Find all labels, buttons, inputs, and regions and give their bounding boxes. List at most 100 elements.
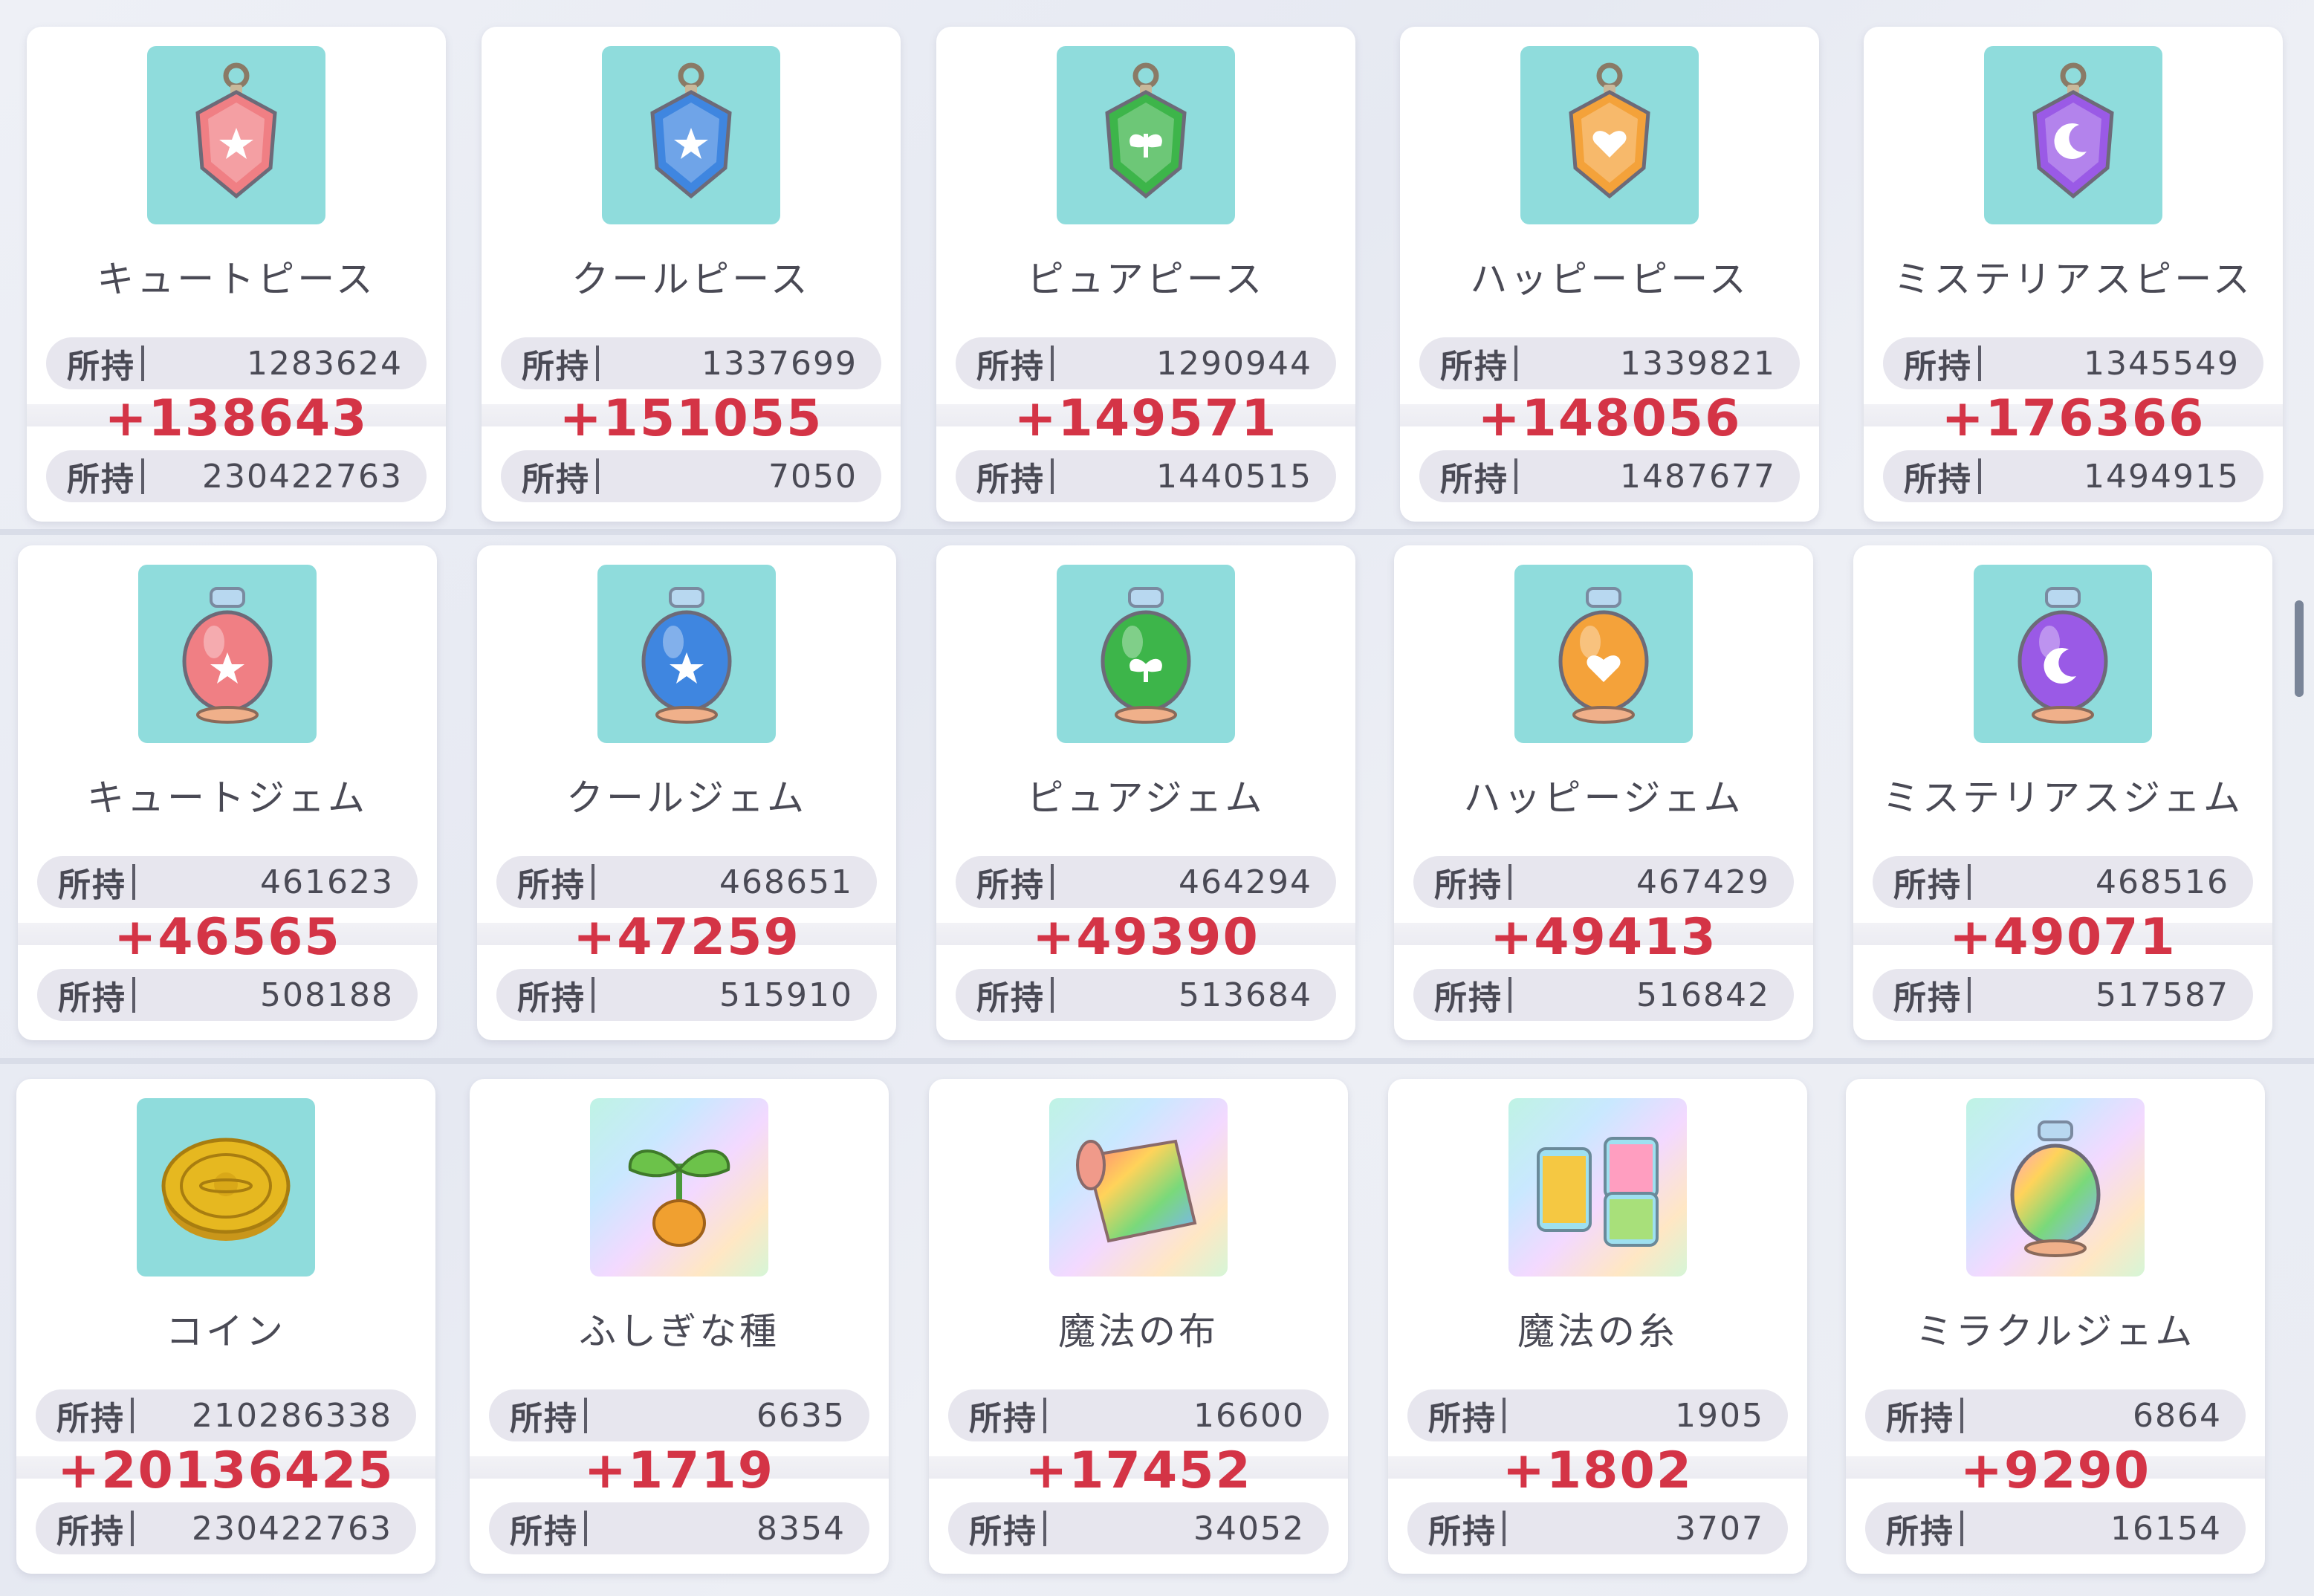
- item-tile: [1049, 1098, 1228, 1277]
- separator: [141, 346, 144, 381]
- item-name: 魔法の糸: [1517, 1310, 1678, 1353]
- item-card[interactable]: ピュアジェム 所持 464294 +49390 所持 513684: [936, 545, 1355, 1040]
- item-card[interactable]: ハッピーピース 所持 1339821 +148056 所持 1487677: [1400, 27, 1819, 522]
- owned-after-value: 1440515: [1156, 457, 1312, 496]
- item-card[interactable]: ミステリアスピース 所持 1345549 +176366 所持 1494915: [1864, 27, 2283, 522]
- item-tile: [1966, 1098, 2145, 1277]
- item-card[interactable]: クールジェム 所持 468651 +47259 所持 515910: [477, 545, 896, 1040]
- item-card[interactable]: ハッピージェム 所持 467429 +49413 所持 516842: [1394, 545, 1813, 1040]
- coin-icon: [152, 1112, 300, 1263]
- owned-after: 所持 516842: [1413, 969, 1794, 1021]
- owned-label: 所持: [976, 979, 1045, 1017]
- item-tile: [138, 565, 317, 743]
- separator: [1043, 1511, 1046, 1546]
- item-card[interactable]: キュートジェム 所持 461623 +46565 所持 508188: [18, 545, 437, 1040]
- item-tile: [1514, 565, 1693, 743]
- item-card[interactable]: ふしぎな種 所持 6635 +1719 所持 8354: [470, 1079, 889, 1574]
- gain-amount: +1719: [583, 1441, 775, 1500]
- owned-label: 所持: [1434, 866, 1503, 904]
- owned-label: 所持: [1904, 348, 1972, 386]
- owned-after-value: 513684: [1179, 976, 1312, 1014]
- separator: [1960, 1511, 1963, 1546]
- owned-label: 所持: [58, 979, 126, 1017]
- item-card[interactable]: キュートピース 所持 1283624 +138643 所持 230422763: [27, 27, 446, 522]
- owned-before-value: 1337699: [701, 344, 858, 383]
- owned-label: 所持: [1893, 979, 1962, 1017]
- item-tile: [147, 46, 325, 224]
- item-name: キュートジェム: [87, 776, 368, 820]
- owned-before-value: 468651: [719, 863, 853, 901]
- gain-amount: +138643: [104, 389, 369, 448]
- owned-before: 所持 468516: [1873, 856, 2253, 908]
- item-name: コイン: [166, 1310, 286, 1353]
- owned-label: 所持: [1428, 1513, 1497, 1551]
- owned-after: 所持 1494915: [1883, 450, 2263, 502]
- owned-before-value: 468516: [2096, 863, 2229, 901]
- owned-label: 所持: [517, 866, 586, 904]
- separator: [1043, 1398, 1046, 1433]
- item-card[interactable]: ミステリアスジェム 所持 468516 +49071 所持 517587: [1853, 545, 2272, 1040]
- item-tile: [1520, 46, 1699, 224]
- item-name: ピュアピース: [1026, 258, 1265, 301]
- separator: [131, 1398, 134, 1433]
- owned-after: 所持 16154: [1865, 1502, 2246, 1554]
- owned-label: 所持: [1440, 348, 1508, 386]
- owned-after-value: 3707: [1675, 1509, 1764, 1548]
- owned-label: 所持: [510, 1513, 578, 1551]
- owned-before-value: 1283624: [247, 344, 403, 383]
- owned-label: 所持: [517, 979, 586, 1017]
- owned-after-value: 230422763: [192, 1509, 392, 1548]
- owned-label: 所持: [56, 1400, 125, 1438]
- item-card[interactable]: 魔法の糸 所持 1905 +1802 所持 3707: [1388, 1079, 1807, 1574]
- separator: [1051, 346, 1054, 381]
- owned-after: 所持 7050: [501, 450, 881, 502]
- owned-label: 所持: [522, 461, 590, 499]
- item-card[interactable]: コイン 所持 210286338 +20136425 所持 230422763: [16, 1079, 435, 1574]
- separator: [592, 864, 594, 900]
- owned-after-value: 16154: [2110, 1509, 2222, 1548]
- owned-before: 所持 1337699: [501, 337, 881, 389]
- owned-after: 所持 230422763: [46, 450, 427, 502]
- separator: [1508, 977, 1511, 1013]
- item-name: ミステリアスジェム: [1882, 776, 2243, 820]
- owned-after-value: 517587: [2096, 976, 2229, 1014]
- gain-amount: +20136425: [57, 1441, 395, 1500]
- item-card[interactable]: ピュアピース 所持 1290944 +149571 所持 1440515: [936, 27, 1355, 522]
- owned-after: 所持 8354: [489, 1502, 869, 1554]
- inventory-screen: { "own_label": "所持", "items": [ {"name":…: [0, 0, 2314, 1596]
- separator: [1051, 458, 1054, 494]
- item-tile: [1984, 46, 2162, 224]
- gem-bottle-heart-icon: [1529, 578, 1678, 730]
- owned-after-value: 516842: [1636, 976, 1770, 1014]
- owned-before: 所持 1290944: [956, 337, 1336, 389]
- owned-label: 所持: [1428, 1400, 1497, 1438]
- owned-label: 所持: [969, 1400, 1037, 1438]
- gain-amount: +49071: [1949, 908, 2177, 967]
- owned-after: 所持 230422763: [36, 1502, 416, 1554]
- owned-label: 所持: [510, 1400, 578, 1438]
- owned-label: 所持: [976, 348, 1045, 386]
- owned-label: 所持: [969, 1513, 1037, 1551]
- separator: [131, 1511, 134, 1546]
- owned-before-value: 1345549: [2084, 344, 2240, 383]
- separator: [1514, 346, 1517, 381]
- item-name: 魔法の布: [1058, 1310, 1219, 1353]
- pendant-moon-icon: [1999, 59, 2148, 211]
- item-name: クールジェム: [566, 776, 807, 820]
- item-card[interactable]: 魔法の布 所持 16600 +17452 所持 34052: [929, 1079, 1348, 1574]
- owned-before-value: 6635: [756, 1396, 846, 1435]
- item-card[interactable]: ミラクルジェム 所持 6864 +9290 所持 16154: [1846, 1079, 2265, 1574]
- separator: [141, 458, 144, 494]
- owned-label: 所持: [1904, 461, 1972, 499]
- item-card[interactable]: クールピース 所持 1337699 +151055 所持 7050: [482, 27, 901, 522]
- owned-before: 所持 210286338: [36, 1389, 416, 1441]
- scrollbar-thumb[interactable]: [2295, 600, 2304, 697]
- owned-before-value: 464294: [1179, 863, 1312, 901]
- owned-before-value: 6864: [2133, 1396, 2222, 1435]
- gain-amount: +148056: [1477, 389, 1742, 448]
- owned-label: 所持: [58, 866, 126, 904]
- owned-before-value: 1905: [1675, 1396, 1764, 1435]
- owned-label: 所持: [1893, 866, 1962, 904]
- owned-after: 所持 1440515: [956, 450, 1336, 502]
- item-grid: キュートピース 所持 1283624 +138643 所持 230422763 …: [0, 0, 2314, 1596]
